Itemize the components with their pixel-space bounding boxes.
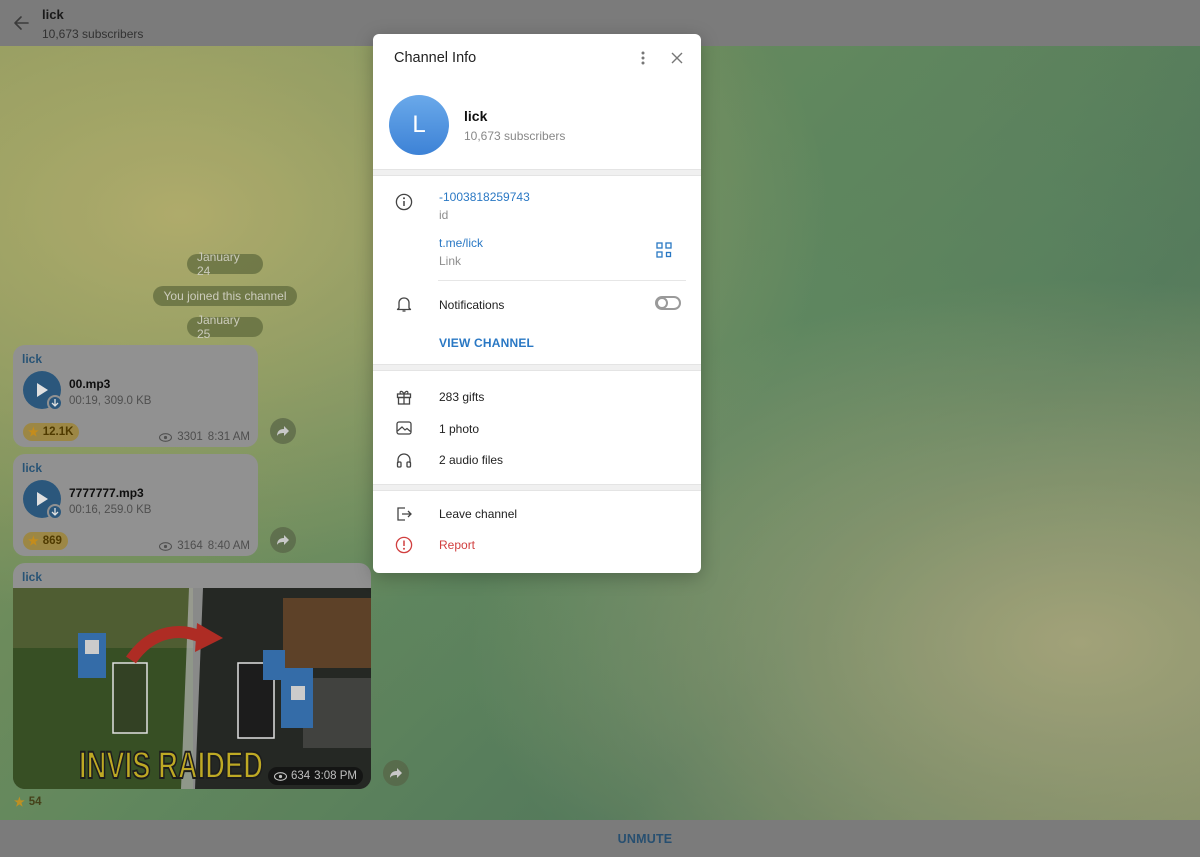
photos-row[interactable]: 1 photo	[439, 422, 479, 436]
channel-id-value[interactable]: -1003818259743	[439, 190, 530, 204]
photo-icon	[394, 418, 414, 438]
channel-name: lick	[464, 108, 488, 124]
info-icon	[394, 192, 414, 212]
more-vertical-icon	[641, 51, 645, 65]
headphones-icon	[394, 450, 414, 470]
qr-code-button[interactable]	[656, 242, 672, 258]
gift-icon	[394, 387, 414, 407]
channel-link-label: Link	[439, 254, 462, 268]
dialog-title: Channel Info	[394, 50, 477, 66]
row-divider	[438, 280, 686, 281]
channel-id-label: id	[439, 208, 449, 222]
qr-code-icon	[656, 242, 672, 258]
leave-icon	[394, 504, 414, 524]
channel-subscribers: 10,673 subscribers	[464, 129, 566, 143]
gifts-row[interactable]: 283 gifts	[439, 390, 484, 404]
report-button[interactable]: Report	[439, 538, 475, 552]
view-channel-button[interactable]: VIEW CHANNEL	[439, 336, 534, 350]
report-icon	[394, 535, 414, 555]
section-divider	[373, 484, 701, 491]
toggle-knob	[656, 297, 668, 309]
audio-row[interactable]: 2 audio files	[439, 453, 503, 467]
leave-channel-button[interactable]: Leave channel	[439, 507, 517, 521]
channel-link-value[interactable]: t.me/lick	[439, 236, 483, 250]
close-icon	[671, 52, 683, 64]
avatar-letter: L	[412, 111, 426, 138]
close-button[interactable]	[668, 47, 686, 69]
channel-info-dialog: Channel Info L lick 10,673 subscribers -…	[373, 34, 701, 573]
section-divider	[373, 364, 701, 371]
more-options-button[interactable]	[634, 47, 652, 69]
section-divider	[373, 169, 701, 176]
notifications-toggle[interactable]	[655, 296, 681, 310]
bell-icon	[394, 294, 414, 314]
channel-avatar[interactable]: L	[389, 95, 449, 155]
notifications-label: Notifications	[439, 298, 505, 312]
